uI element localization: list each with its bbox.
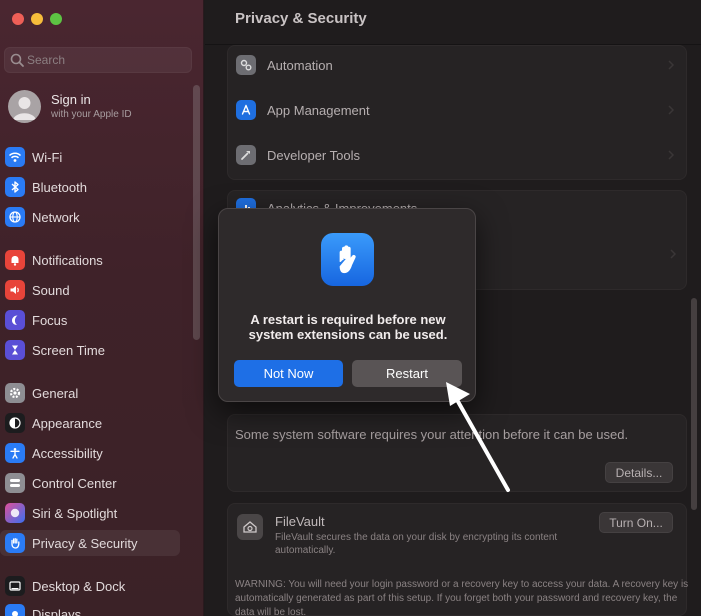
privacy-list-card: Automation App Management Developer Tool… bbox=[227, 45, 687, 180]
sidebar-item-label: Displays bbox=[32, 606, 82, 616]
sidebar-item-accessibility[interactable]: Accessibility bbox=[0, 440, 190, 466]
control-center-icon bbox=[5, 473, 25, 493]
hand-raised-icon bbox=[321, 233, 374, 286]
sidebar-item-label: Control Center bbox=[32, 475, 117, 491]
search-icon bbox=[10, 53, 24, 67]
sidebar-item-label: Desktop & Dock bbox=[32, 578, 126, 594]
sidebar-item-label: Bluetooth bbox=[32, 179, 87, 195]
sidebar-item-label: Screen Time bbox=[32, 342, 105, 358]
not-now-button[interactable]: Not Now bbox=[234, 360, 343, 387]
sidebar-item-label: Privacy & Security bbox=[32, 535, 138, 551]
sidebar-item-sound[interactable]: Sound bbox=[0, 277, 190, 303]
sidebar-item-label: Accessibility bbox=[32, 445, 103, 461]
moon-icon bbox=[5, 310, 25, 330]
gears-icon bbox=[236, 55, 256, 75]
row-developer-tools[interactable]: Developer Tools bbox=[236, 140, 680, 170]
details-button[interactable]: Details... bbox=[605, 462, 673, 483]
person-icon bbox=[13, 97, 36, 120]
search-input[interactable] bbox=[27, 51, 177, 69]
zoom-window-button[interactable] bbox=[50, 13, 62, 25]
sidebar-item-label: Wi-Fi bbox=[32, 149, 63, 165]
row-label: App Management bbox=[267, 102, 370, 118]
dock-icon bbox=[5, 576, 25, 596]
app-store-icon bbox=[236, 100, 256, 120]
bluetooth-icon bbox=[5, 177, 25, 197]
row-label: Automation bbox=[267, 57, 333, 73]
siri-icon bbox=[5, 503, 25, 523]
close-window-button[interactable] bbox=[12, 13, 24, 25]
hourglass-icon bbox=[5, 340, 25, 360]
account-subtitle: with your Apple ID bbox=[51, 109, 132, 120]
sidebar-item-displays[interactable]: Displays bbox=[0, 601, 190, 616]
wifi-icon bbox=[5, 147, 25, 167]
hammer-icon bbox=[236, 145, 256, 165]
annotation-arrow-icon bbox=[446, 382, 510, 492]
globe-icon bbox=[5, 207, 25, 227]
sidebar-item-screen-time[interactable]: Screen Time bbox=[0, 337, 190, 363]
sidebar-item-siri-spotlight[interactable]: Siri & Spotlight bbox=[0, 500, 190, 526]
sidebar-item-focus[interactable]: Focus bbox=[0, 307, 190, 333]
minimize-window-button[interactable] bbox=[31, 13, 43, 25]
sidebar-item-bluetooth[interactable]: Bluetooth bbox=[0, 174, 190, 200]
bell-icon bbox=[5, 250, 25, 270]
row-app-management[interactable]: App Management bbox=[236, 95, 680, 125]
filevault-turn-on-button[interactable]: Turn On... bbox=[599, 512, 673, 533]
filevault-house-icon bbox=[237, 514, 263, 540]
apple-id-account[interactable]: Sign in with your Apple ID bbox=[8, 90, 188, 124]
sidebar-item-general[interactable]: General bbox=[0, 380, 190, 406]
appearance-icon bbox=[5, 413, 25, 433]
sidebar-item-label: Sound bbox=[32, 282, 70, 298]
sidebar-item-network[interactable]: Network bbox=[0, 204, 190, 230]
filevault-description: FileVault secures the data on your disk … bbox=[275, 532, 558, 556]
sidebar-item-notifications[interactable]: Notifications bbox=[0, 247, 190, 273]
account-name: Sign in bbox=[51, 92, 91, 107]
search-field[interactable] bbox=[4, 47, 192, 73]
sidebar-item-label: Appearance bbox=[32, 415, 103, 431]
window-controls bbox=[12, 13, 62, 25]
sidebar-item-label: Siri & Spotlight bbox=[32, 505, 118, 521]
page-title: Privacy & Security bbox=[235, 10, 367, 27]
system-settings-window: Sign in with your Apple ID Wi-Fi Bluetoo… bbox=[0, 0, 701, 616]
sidebar-item-control-center[interactable]: Control Center bbox=[0, 470, 190, 496]
row-label: Developer Tools bbox=[267, 147, 360, 163]
sidebar-item-label: General bbox=[32, 385, 79, 401]
dialog-message: A restart is required before new system … bbox=[248, 312, 448, 342]
sidebar-item-wifi[interactable]: Wi-Fi bbox=[0, 144, 190, 170]
sidebar-item-appearance[interactable]: Appearance bbox=[0, 410, 190, 436]
speaker-icon bbox=[5, 280, 25, 300]
filevault-title: FileVault bbox=[275, 514, 325, 529]
filevault-warning: WARNING: You will need your login passwo… bbox=[235, 579, 689, 616]
avatar bbox=[8, 90, 41, 123]
sidebar-scrollbar[interactable] bbox=[193, 85, 200, 340]
sidebar-item-desktop-dock[interactable]: Desktop & Dock bbox=[0, 573, 190, 599]
sidebar: Sign in with your Apple ID Wi-Fi Bluetoo… bbox=[0, 0, 204, 616]
sidebar-item-label: Notifications bbox=[32, 252, 103, 268]
sidebar-item-privacy-security[interactable]: Privacy & Security bbox=[0, 530, 180, 556]
chevron-right-icon bbox=[670, 249, 677, 259]
chevron-right-icon bbox=[668, 60, 675, 70]
row-automation[interactable]: Automation bbox=[236, 50, 680, 80]
display-icon bbox=[5, 604, 25, 616]
chevron-right-icon bbox=[668, 150, 675, 160]
attention-message: Some system software requires your atten… bbox=[235, 427, 629, 442]
sidebar-item-label: Network bbox=[32, 209, 80, 225]
chevron-right-icon bbox=[668, 105, 675, 115]
gear-icon bbox=[5, 383, 25, 403]
accessibility-icon bbox=[5, 443, 25, 463]
main-scrollbar[interactable] bbox=[691, 298, 697, 510]
hand-icon bbox=[5, 533, 25, 553]
restart-required-dialog: A restart is required before new system … bbox=[218, 208, 476, 402]
sidebar-item-label: Focus bbox=[32, 312, 68, 328]
